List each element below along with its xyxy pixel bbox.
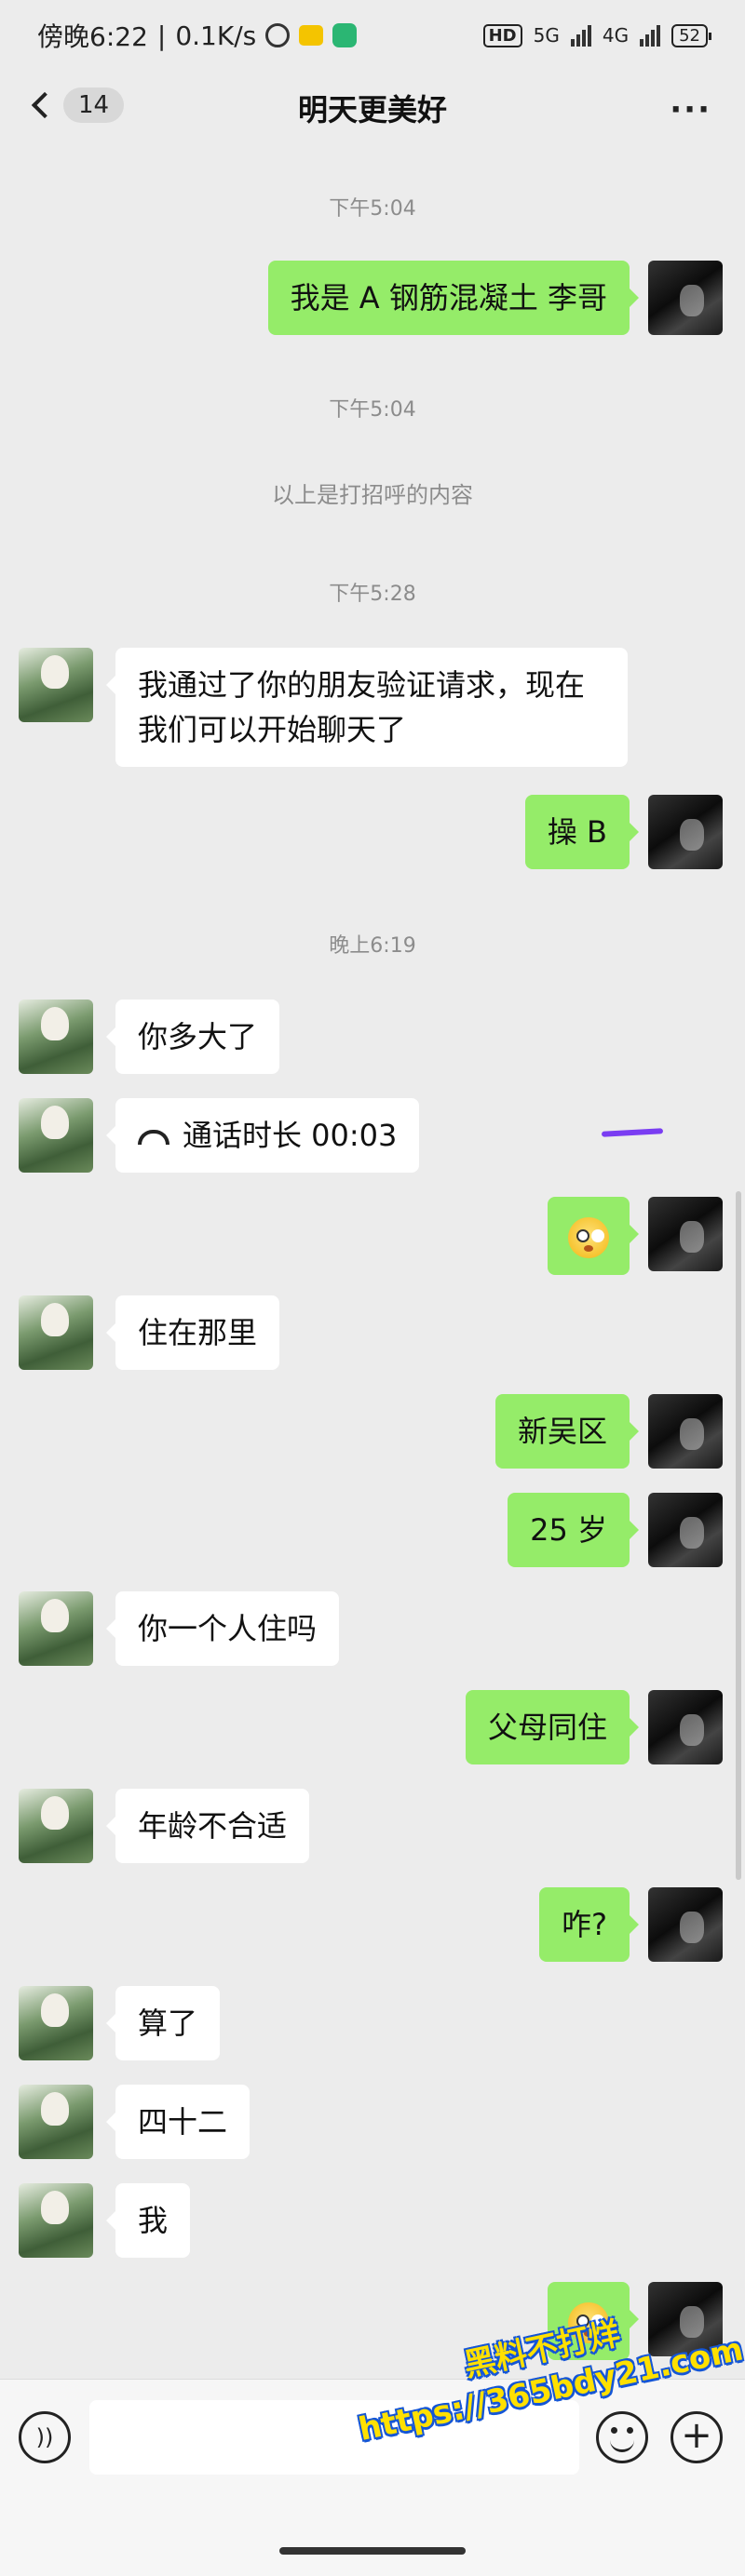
status-right: HD 5G 4G 52 xyxy=(482,23,711,47)
home-indicator xyxy=(279,2547,466,2555)
avatar-self[interactable] xyxy=(648,1493,723,1567)
battery-icon: 52 xyxy=(671,23,711,47)
message-received[interactable]: 我 xyxy=(105,2183,191,2258)
message-received[interactable]: 你多大了 xyxy=(105,1000,280,1074)
message-received[interactable]: 你一个人住吗 xyxy=(105,1591,340,1666)
avatar-contact[interactable] xyxy=(19,1986,93,2060)
notification-app-icon xyxy=(299,25,324,46)
message-sent[interactable]: 咋? xyxy=(539,1887,639,1962)
plus-icon[interactable]: + xyxy=(670,2411,723,2463)
message-sent[interactable]: 25 岁 xyxy=(508,1493,639,1567)
alarm-icon xyxy=(265,23,291,47)
avatar-contact[interactable] xyxy=(19,1295,93,1370)
phone-icon xyxy=(138,1130,169,1145)
scrollbar[interactable] xyxy=(736,1191,741,1880)
avatar-contact[interactable] xyxy=(19,1000,93,1074)
hd-icon: HD xyxy=(482,23,522,47)
timestamp: 下午5:28 xyxy=(329,583,416,606)
more-options-button[interactable]: ··· xyxy=(670,91,711,128)
system-message: 以上是打招呼的内容 xyxy=(272,482,473,508)
purple-annotation-mark xyxy=(601,1128,664,1137)
net-speed: 0.1K/s xyxy=(175,20,257,51)
avatar-contact[interactable] xyxy=(19,2085,93,2159)
back-button[interactable]: 14 xyxy=(26,87,125,123)
timestamp: 晚上6:19 xyxy=(329,934,416,958)
avatar-contact[interactable] xyxy=(19,2183,93,2258)
avatar-self[interactable] xyxy=(648,1690,723,1764)
chat-messages[interactable]: 下午5:04 我是 A 钢筋混凝土 李哥 下午5:04 以上是打招呼的内容 下午… xyxy=(0,145,745,2379)
avatar-contact[interactable] xyxy=(19,1098,93,1173)
message-sent[interactable]: 父母同住 xyxy=(465,1690,640,1764)
timestamp: 下午5:04 xyxy=(329,197,416,221)
message-sent[interactable]: 操 B xyxy=(524,795,640,869)
message-sent-emoji[interactable] xyxy=(548,1197,639,1275)
signal-5g-icon xyxy=(570,24,591,47)
status-left: 傍晚6:22 | 0.1K/s xyxy=(37,17,358,54)
avatar-self[interactable] xyxy=(648,1394,723,1469)
avatar-contact[interactable] xyxy=(19,1789,93,1863)
notification-app2-icon xyxy=(332,23,358,47)
message-sent[interactable]: 新吴区 xyxy=(494,1394,640,1469)
message-received[interactable]: 我通过了你的朋友验证请求，现在我们可以开始聊天了 xyxy=(106,648,628,767)
chat-title: 明天更美好 xyxy=(297,92,447,127)
voice-icon[interactable]: )) xyxy=(19,2411,71,2463)
avatar-self[interactable] xyxy=(648,1887,723,1962)
avatar-self[interactable] xyxy=(648,261,723,335)
message-received[interactable]: 算了 xyxy=(105,1986,221,2060)
flushed-face-icon xyxy=(568,1217,609,1258)
message-received[interactable]: 四十二 xyxy=(105,2085,251,2159)
call-duration-text: 通话时长 00:03 xyxy=(183,1118,398,1153)
status-bar: 傍晚6:22 | 0.1K/s HD 5G 4G 52 xyxy=(0,0,745,71)
message-sent[interactable]: 我是 A 钢筋混凝土 李哥 xyxy=(267,261,640,335)
call-record-message[interactable]: 通话时长 00:03 xyxy=(105,1098,420,1173)
message-received[interactable]: 住在那里 xyxy=(105,1295,280,1370)
avatar-self[interactable] xyxy=(648,1197,723,1271)
status-time: 傍晚6:22 xyxy=(37,21,148,52)
avatar-contact[interactable] xyxy=(19,1591,93,1666)
chat-header: 14 明天更美好 ··· xyxy=(0,71,745,145)
signal-5g-label: 5G xyxy=(533,24,560,47)
signal-4g-icon xyxy=(640,24,661,47)
unread-count-badge: 14 xyxy=(63,87,125,123)
avatar-contact[interactable] xyxy=(19,648,93,722)
avatar-self[interactable] xyxy=(648,795,723,869)
timestamp: 下午5:04 xyxy=(329,398,416,422)
message-received[interactable]: 年龄不合适 xyxy=(105,1789,310,1863)
status-divider: | xyxy=(156,20,167,51)
chevron-left-icon xyxy=(31,91,59,119)
signal-4g-label: 4G xyxy=(602,24,630,47)
